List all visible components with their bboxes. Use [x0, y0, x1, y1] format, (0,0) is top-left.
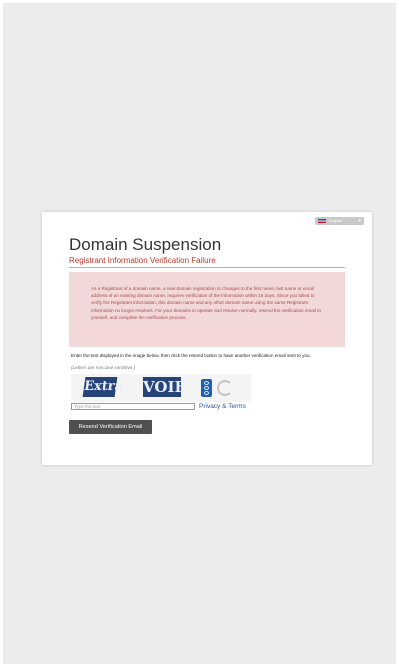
language-label: English [329, 218, 343, 223]
recaptcha-logo-icon[interactable] [201, 379, 212, 397]
captcha-input[interactable] [71, 403, 195, 410]
suspension-card: English ▾ Domain Suspension Registrant I… [42, 212, 372, 465]
resend-verification-button[interactable]: Resend Verification Email [69, 420, 152, 434]
refresh-icon[interactable] [217, 380, 233, 396]
captcha-word: Extra [82, 377, 124, 397]
flag-icon [318, 219, 326, 223]
notice-box: As a Registrant of a domain name, a new … [69, 272, 345, 347]
page-subtitle: Registrant Information Verification Fail… [69, 256, 216, 265]
language-selector[interactable]: English ▾ [315, 217, 364, 225]
captcha-instruction: Enter the text displayed in the image be… [71, 353, 311, 358]
chevron-down-icon: ▾ [358, 218, 361, 224]
captcha-hint: (Letters are not case sensitive.) [71, 365, 136, 370]
notice-text: As a Registrant of a domain name, a new … [91, 286, 321, 320]
captcha-word: VOIE [143, 377, 186, 397]
divider [69, 267, 345, 268]
captcha-image: Extra VOIE [71, 374, 251, 402]
page-title: Domain Suspension [69, 235, 222, 254]
privacy-terms-link[interactable]: Privacy & Terms [199, 403, 246, 411]
page-background: English ▾ Domain Suspension Registrant I… [3, 3, 396, 664]
